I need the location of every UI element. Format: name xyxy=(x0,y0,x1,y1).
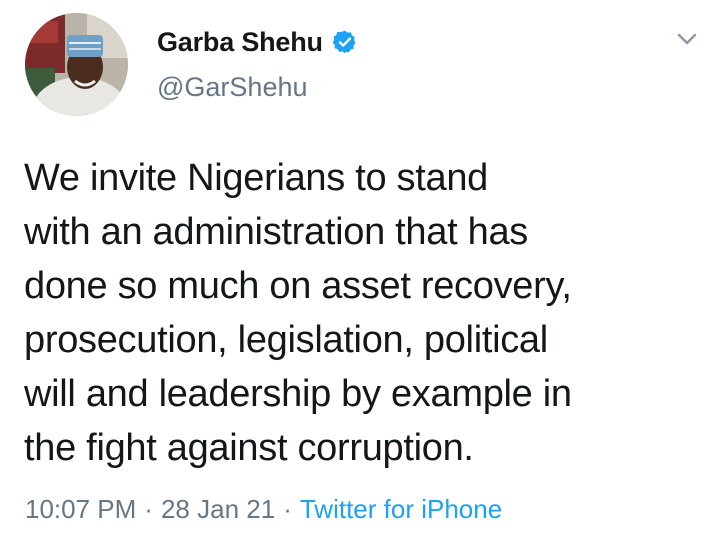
separator: · xyxy=(283,494,292,524)
tweet-meta: 10:07 PM · 28 Jan 21 · Twitter for iPhon… xyxy=(25,494,502,525)
verified-badge-icon xyxy=(332,29,358,55)
profile-photo xyxy=(25,13,128,116)
tweet-date[interactable]: 28 Jan 21 xyxy=(161,494,275,525)
author-display-name[interactable]: Garba Shehu xyxy=(157,27,323,58)
separator: · xyxy=(144,494,153,524)
tweet-time[interactable]: 10:07 PM xyxy=(25,494,136,525)
author-handle[interactable]: @GarShehu xyxy=(157,72,308,103)
avatar[interactable] xyxy=(25,13,128,116)
tweet-source-link[interactable]: Twitter for iPhone xyxy=(300,494,502,525)
chevron-down-icon[interactable] xyxy=(672,24,702,54)
tweet-text: We invite Nigerians to stand with an adm… xyxy=(24,157,572,469)
tweet-card: Garba Shehu @GarShehu We invite Nigerian… xyxy=(0,0,720,535)
author-name-row: Garba Shehu xyxy=(157,24,358,60)
